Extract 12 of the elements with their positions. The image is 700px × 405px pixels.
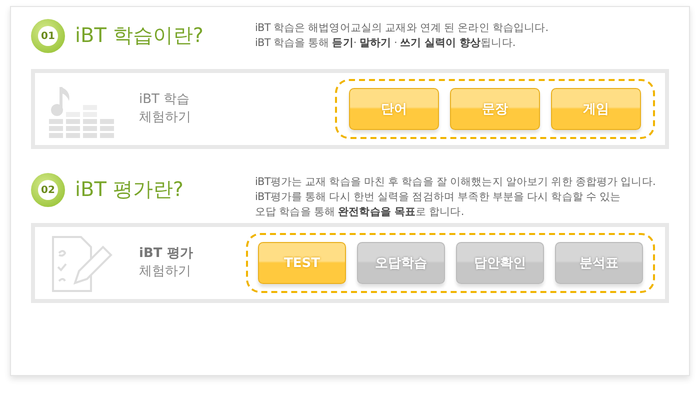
section-description: iBT평가는 교재 학습을 마친 후 학습을 잘 이해했는지 알아보기 위한 종합평가 입니다. iBT평가를 통해 다시 한번 실력을 점검하며 부족한 부분을 다시 학습할 수 있는 오답 학습을 통해 완전학습을 목표로 합니다. [255,175,656,220]
number-badge: 02 [31,173,65,207]
panel-label: iBT 평가 체험하기 [139,245,194,281]
section-title: iBT 평가란? [75,176,184,203]
menu-button[interactable]: 단어 [349,88,439,130]
section-description: iBT 학습은 해법영어교실의 교재와 연계 된 온라인 학습입니다. iBT 학습을 통해 듣기· 말하기 · 쓰기 실력이 향상됩니다. [255,21,548,51]
panel-label: iBT 학습 체험하기 [139,91,192,127]
menu-button[interactable]: 게임 [551,88,641,130]
menu-button[interactable]: 문장 [450,88,540,130]
number-badge: 01 [31,19,65,53]
menu-button[interactable]: TEST [258,242,346,284]
section-title: iBT 학습이란? [75,22,204,49]
